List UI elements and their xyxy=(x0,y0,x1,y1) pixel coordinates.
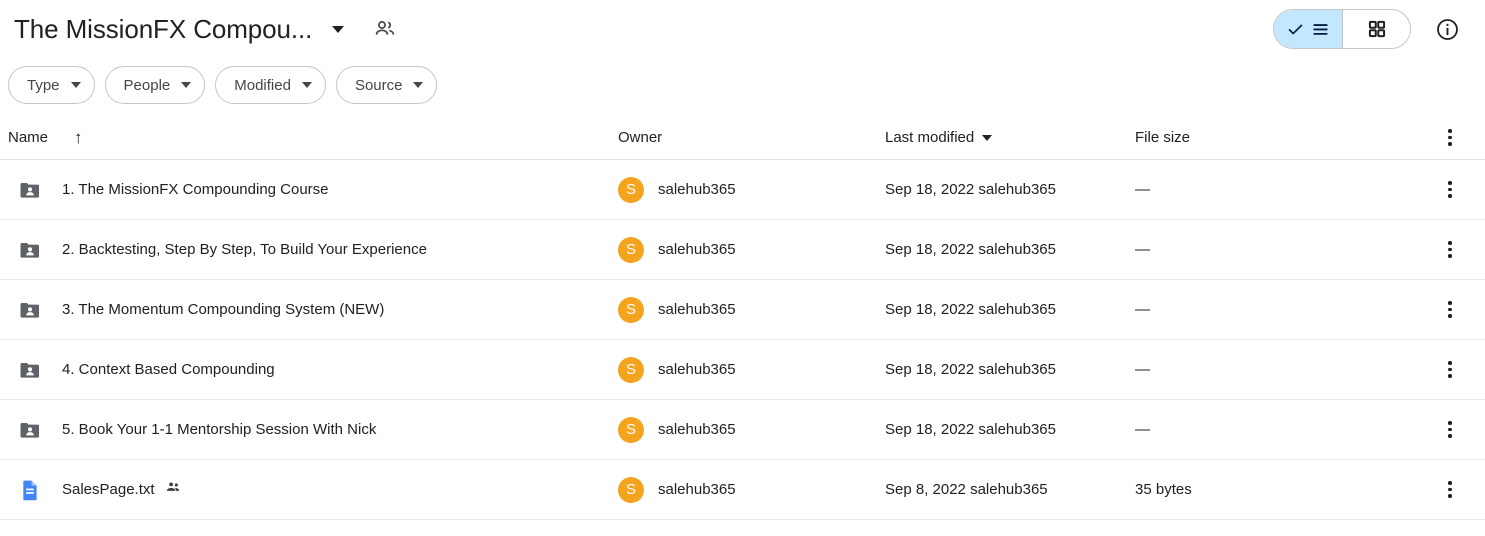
avatar: S xyxy=(618,296,644,323)
owner-name: salehub365 xyxy=(658,481,736,498)
avatar: S xyxy=(618,416,644,443)
avatar: S xyxy=(618,236,644,263)
file-list-table: Name ↑ Owner Last modified File size 1. … xyxy=(0,116,1485,520)
file-size-value: — xyxy=(1135,301,1150,318)
people-shared-icon xyxy=(165,479,182,500)
column-header-name[interactable]: Name ↑ xyxy=(8,129,618,146)
avatar: S xyxy=(618,476,644,503)
filter-chip-bar: Type People Modified Source xyxy=(0,58,1485,116)
file-size-value: — xyxy=(1135,181,1150,198)
chevron-down-icon xyxy=(301,82,312,88)
header-actions xyxy=(1273,9,1467,49)
owner-cell: S salehub365 xyxy=(618,236,885,263)
chevron-down-icon xyxy=(413,82,424,88)
file-name-label: 2. Backtesting, Step By Step, To Build Y… xyxy=(62,241,427,258)
file-name-label: 1. The MissionFX Compounding Course xyxy=(62,181,329,198)
arrow-up-icon: ↑ xyxy=(74,128,83,147)
details-info-button[interactable] xyxy=(1427,9,1467,49)
filter-chip-source[interactable]: Source xyxy=(335,66,438,104)
shared-folder-icon xyxy=(8,238,52,262)
column-header-owner-label: Owner xyxy=(618,129,663,146)
owner-cell: S salehub365 xyxy=(618,476,885,503)
row-kebab-menu-icon[interactable] xyxy=(1435,292,1465,328)
text-document-icon xyxy=(8,478,52,502)
last-modified-value: Sep 18, 2022 salehub365 xyxy=(885,181,1056,198)
drive-header: The MissionFX Compou... xyxy=(0,0,1485,58)
filter-chip-people[interactable]: People xyxy=(104,66,206,104)
owner-cell: S salehub365 xyxy=(618,416,885,443)
chevron-down-icon xyxy=(982,134,993,141)
shared-people-button[interactable] xyxy=(366,10,404,48)
last-modified-value: Sep 18, 2022 salehub365 xyxy=(885,301,1056,318)
check-icon xyxy=(1288,24,1303,34)
chevron-down-icon xyxy=(70,82,81,88)
column-header-last-modified-label: Last modified xyxy=(885,129,975,146)
column-header-last-modified[interactable]: Last modified xyxy=(885,129,1135,146)
shared-folder-icon xyxy=(8,418,52,442)
table-row[interactable]: SalesPage.txt S salehub365 Sep 8, 2022 s… xyxy=(0,460,1485,520)
title-dropdown-button[interactable] xyxy=(320,11,356,47)
chevron-down-icon xyxy=(332,25,345,33)
filter-chip-label: Modified xyxy=(234,76,291,94)
file-name-label: 3. The Momentum Compounding System (NEW) xyxy=(62,301,385,318)
column-header-file-size[interactable]: File size xyxy=(1135,129,1425,146)
kebab-menu-icon[interactable] xyxy=(1435,120,1465,156)
owner-name: salehub365 xyxy=(658,421,736,438)
owner-cell: S salehub365 xyxy=(618,296,885,323)
table-row[interactable]: 2. Backtesting, Step By Step, To Build Y… xyxy=(0,220,1485,280)
table-row[interactable]: 1. The MissionFX Compounding Course S sa… xyxy=(0,160,1485,220)
table-row[interactable]: 3. The Momentum Compounding System (NEW)… xyxy=(0,280,1485,340)
file-size-value: — xyxy=(1135,361,1150,378)
file-name-label: 4. Context Based Compounding xyxy=(62,361,275,378)
row-kebab-menu-icon[interactable] xyxy=(1435,472,1465,508)
column-header-actions xyxy=(1425,120,1485,156)
list-view-icon xyxy=(1313,23,1328,35)
owner-name: salehub365 xyxy=(658,241,736,258)
last-modified-value: Sep 18, 2022 salehub365 xyxy=(885,241,1056,258)
last-modified-value: Sep 8, 2022 salehub365 xyxy=(885,481,1048,498)
file-name-label: 5. Book Your 1-1 Mentorship Session With… xyxy=(62,421,377,438)
file-name-label: SalesPage.txt xyxy=(62,481,155,498)
owner-cell: S salehub365 xyxy=(618,176,885,203)
table-header-row: Name ↑ Owner Last modified File size xyxy=(0,116,1485,160)
row-kebab-menu-icon[interactable] xyxy=(1435,172,1465,208)
last-modified-value: Sep 18, 2022 salehub365 xyxy=(885,361,1056,378)
view-mode-toggle[interactable] xyxy=(1273,9,1411,49)
owner-cell: S salehub365 xyxy=(618,356,885,383)
last-modified-value: Sep 18, 2022 salehub365 xyxy=(885,421,1056,438)
grid-view-button[interactable] xyxy=(1342,10,1410,48)
filter-chip-label: Source xyxy=(354,76,403,94)
row-kebab-menu-icon[interactable] xyxy=(1435,412,1465,448)
filter-chip-label: People xyxy=(123,76,171,94)
file-size-value: — xyxy=(1135,421,1150,438)
file-size-value: 35 bytes xyxy=(1135,481,1192,498)
column-header-owner[interactable]: Owner xyxy=(618,129,885,146)
column-header-name-label: Name xyxy=(8,129,49,146)
file-size-value: — xyxy=(1135,241,1150,258)
shared-folder-icon xyxy=(8,358,52,382)
owner-name: salehub365 xyxy=(658,181,736,198)
filter-chip-type[interactable]: Type xyxy=(8,66,95,104)
info-circle-icon xyxy=(1436,18,1458,40)
avatar: S xyxy=(618,356,644,383)
owner-name: salehub365 xyxy=(658,301,736,318)
page-title: The MissionFX Compou... xyxy=(14,14,313,44)
avatar: S xyxy=(618,176,644,203)
row-kebab-menu-icon[interactable] xyxy=(1435,352,1465,388)
chevron-down-icon xyxy=(181,82,192,88)
list-view-button[interactable] xyxy=(1274,10,1342,48)
shared-folder-icon xyxy=(8,178,52,202)
table-row[interactable]: 4. Context Based Compounding S salehub36… xyxy=(0,340,1485,400)
folder-title-block: The MissionFX Compou... xyxy=(14,10,404,48)
column-header-file-size-label: File size xyxy=(1135,129,1191,146)
owner-name: salehub365 xyxy=(658,361,736,378)
filter-chip-modified[interactable]: Modified xyxy=(215,66,326,104)
table-row[interactable]: 5. Book Your 1-1 Mentorship Session With… xyxy=(0,400,1485,460)
people-icon xyxy=(376,21,395,35)
filter-chip-label: Type xyxy=(27,76,60,94)
shared-folder-icon xyxy=(8,298,52,322)
row-kebab-menu-icon[interactable] xyxy=(1435,232,1465,268)
grid-view-icon xyxy=(1368,20,1385,38)
